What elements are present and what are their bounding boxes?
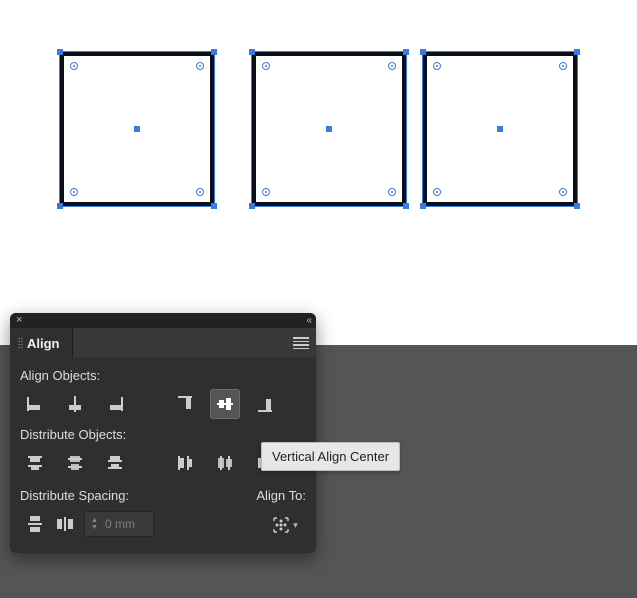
center-point-icon [326,126,332,132]
collapse-icon[interactable]: « [306,315,310,326]
corner-widget-icon[interactable] [262,62,270,70]
align-vcenter-icon [215,394,235,414]
vspace-icon [25,514,45,534]
align-bottom-icon [255,394,275,414]
corner-widget-icon[interactable] [388,62,396,70]
selected-rectangle[interactable] [60,52,214,206]
spacing-value: 0 mm [105,517,135,531]
grip-icon [18,337,23,349]
close-icon[interactable]: × [16,315,22,326]
corner-widget-icon[interactable] [196,62,204,70]
vertical-distribute-top-button[interactable] [20,448,50,478]
corner-widget-icon[interactable] [70,62,78,70]
distribute-spacing-label: Distribute Spacing: [20,488,246,503]
vertical-distribute-bottom-button[interactable] [100,448,130,478]
horizontal-distribute-space-button[interactable] [50,509,80,539]
menu-icon [293,337,309,349]
center-point-icon [497,126,503,132]
vertical-align-center-button[interactable] [210,389,240,419]
panel-titlebar[interactable]: × « [10,313,316,328]
tab-align-label: Align [27,336,60,351]
corner-widget-icon[interactable] [559,188,567,196]
corner-widget-icon[interactable] [433,188,441,196]
center-point-icon [134,126,140,132]
align-right-icon [105,394,125,414]
vdist-center-icon [65,453,85,473]
vertical-distribute-center-button[interactable] [60,448,90,478]
horizontal-distribute-left-button[interactable] [170,448,200,478]
align-objects-label: Align Objects: [20,368,306,383]
selected-rectangle[interactable] [252,52,406,206]
panel-menu-button[interactable] [286,328,316,358]
hdist-left-icon [175,453,195,473]
align-to-button[interactable]: ▾ [264,511,306,539]
vdist-top-icon [25,453,45,473]
stepper-icon[interactable]: ▲▼ [91,517,101,531]
horizontal-align-right-button[interactable] [100,389,130,419]
align-to-label: Align To: [256,488,306,503]
vertical-align-bottom-button[interactable] [250,389,280,419]
selected-rectangle[interactable] [423,52,577,206]
tooltip: Vertical Align Center [261,442,400,471]
horizontal-distribute-center-button[interactable] [210,448,240,478]
corner-widget-icon[interactable] [196,188,204,196]
align-left-icon [25,394,45,414]
corner-widget-icon[interactable] [559,62,567,70]
distribute-objects-label: Distribute Objects: [20,427,306,442]
align-panel[interactable]: × « Align Align Objects: [10,313,316,553]
tab-align[interactable]: Align [10,328,73,358]
corner-widget-icon[interactable] [70,188,78,196]
vertical-distribute-space-button[interactable] [20,509,50,539]
corner-widget-icon[interactable] [433,62,441,70]
vdist-bottom-icon [105,453,125,473]
align-top-icon [175,394,195,414]
panel-tabbar: Align [10,328,316,358]
hdist-center-icon [215,453,235,473]
corner-widget-icon[interactable] [388,188,396,196]
corner-widget-icon[interactable] [262,188,270,196]
align-hcenter-icon [65,394,85,414]
spacing-value-field[interactable]: ▲▼ 0 mm [84,511,154,537]
align-to-selection-icon [272,516,290,534]
chevron-down-icon: ▾ [293,520,298,531]
tooltip-text: Vertical Align Center [272,449,389,464]
vertical-align-top-button[interactable] [170,389,200,419]
horizontal-align-left-button[interactable] [20,389,50,419]
hspace-icon [55,514,75,534]
horizontal-align-center-button[interactable] [60,389,90,419]
